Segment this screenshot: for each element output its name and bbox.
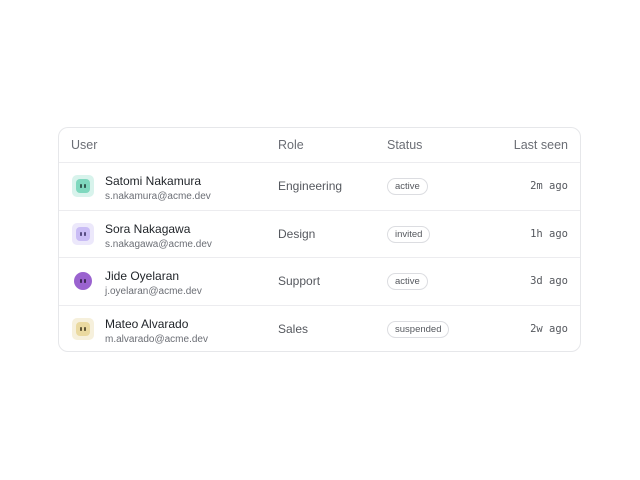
face-avatar-icon	[76, 179, 90, 193]
user-email: s.nakagawa@acme.dev	[105, 238, 212, 250]
column-header-user[interactable]: User	[71, 128, 97, 163]
last-seen: 3d ago	[530, 275, 568, 287]
avatar-eye	[80, 326, 82, 331]
user-name: Satomi Nakamura	[105, 174, 202, 188]
face-avatar-icon	[76, 321, 90, 336]
avatar-face	[74, 272, 92, 290]
status-badge: invited	[387, 225, 431, 243]
avatar-eye	[80, 231, 82, 236]
status-badge: suspended	[387, 320, 450, 338]
status-badge: active	[387, 273, 428, 290]
avatar	[72, 270, 94, 292]
user-role: Sales	[278, 321, 309, 336]
table-row[interactable]: Mateo Alvarado m.alvarado@acme.dev Sales…	[59, 306, 580, 352]
face-avatar-icon	[76, 226, 90, 241]
last-seen: 2m ago	[530, 180, 568, 192]
column-header-status[interactable]: Status	[387, 128, 422, 163]
table-row[interactable]: Satomi Nakamura s.nakamura@acme.dev Engi…	[59, 163, 580, 211]
last-seen: 2w ago	[530, 322, 568, 335]
avatar-eye	[84, 326, 86, 331]
user-role: Design	[278, 226, 316, 241]
status-badge: active	[387, 178, 428, 195]
table-row[interactable]: Sora Nakagawa s.nakagawa@acme.dev Design…	[59, 211, 580, 258]
avatar-eye	[80, 279, 82, 283]
table-row[interactable]: Jide Oyelaran j.oyelaran@acme.dev Suppor…	[59, 258, 580, 306]
user-email: s.nakamura@acme.dev	[105, 191, 211, 202]
user-role: Support	[278, 274, 321, 288]
avatar-face	[76, 179, 90, 193]
avatar-eye	[84, 231, 86, 236]
avatar-face	[76, 226, 90, 241]
column-header-last-seen[interactable]: Last seen	[514, 128, 568, 163]
table-header: User Role Status Last seen	[59, 128, 580, 163]
user-name: Mateo Alvarado	[105, 316, 189, 331]
user-role: Engineering	[278, 179, 343, 193]
avatar-eye	[80, 184, 82, 188]
users-table: User Role Status Last seen Satomi Nakamu…	[58, 127, 581, 352]
user-email: j.oyelaran@acme.dev	[105, 286, 202, 297]
user-name: Jide Oyelaran	[105, 269, 180, 283]
avatar	[72, 317, 94, 340]
avatar-face	[76, 321, 90, 336]
user-email: m.alvarado@acme.dev	[105, 333, 208, 345]
avatar-eye	[84, 279, 86, 283]
last-seen: 1h ago	[530, 227, 568, 240]
avatar	[72, 222, 94, 245]
user-name: Sora Nakagawa	[105, 221, 191, 236]
avatar	[72, 175, 94, 197]
face-avatar-icon	[74, 272, 92, 290]
column-header-role[interactable]: Role	[278, 128, 304, 163]
avatar-eye	[84, 184, 86, 188]
